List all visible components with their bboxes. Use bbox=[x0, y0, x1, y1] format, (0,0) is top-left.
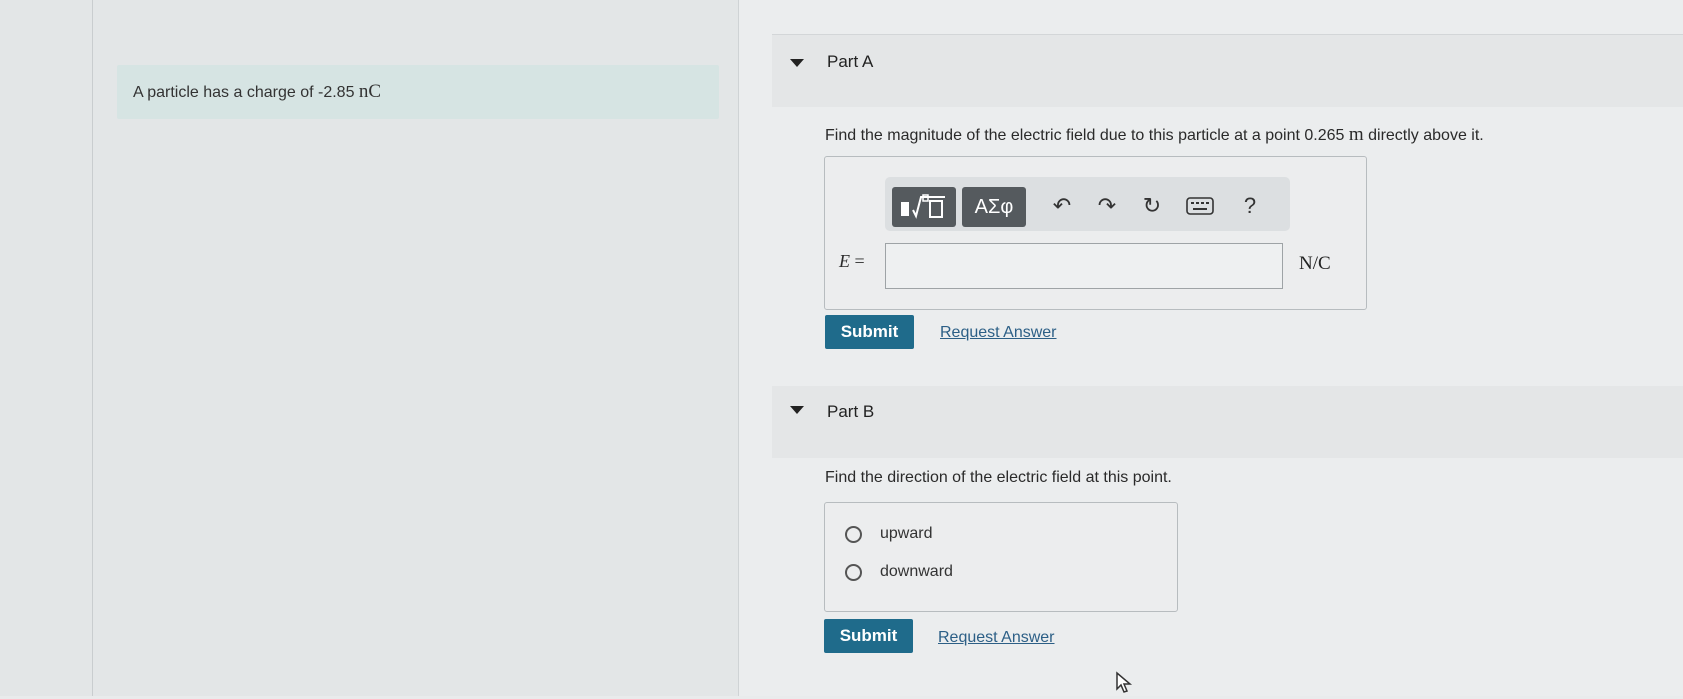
cursor-glyph bbox=[1116, 671, 1133, 693]
part-b-question: Find the direction of the electric field… bbox=[825, 469, 1172, 486]
option-upward[interactable]: upward bbox=[845, 525, 932, 543]
greek-symbols-button[interactable]: ΑΣφ bbox=[962, 187, 1026, 227]
answer-box: ΑΣφ ↶ ↷ ↻ ? E = N/C bbox=[824, 156, 1367, 310]
request-answer-link[interactable]: Request Answer bbox=[938, 629, 1055, 647]
part-a-header[interactable]: Part A bbox=[772, 35, 1683, 107]
problem-pane: A particle has a charge of -2.85 nC bbox=[0, 0, 739, 696]
caret-down-icon[interactable] bbox=[790, 59, 804, 67]
reset-icon[interactable]: ↻ bbox=[1137, 191, 1167, 221]
charge-unit: nC bbox=[358, 81, 382, 102]
radio-button[interactable] bbox=[845, 563, 862, 581]
equation-label: E = bbox=[839, 251, 865, 272]
part-b-title: Part B bbox=[827, 402, 875, 421]
request-answer-link[interactable]: Request Answer bbox=[940, 324, 1057, 342]
problem-intro-text: A particle has a charge of -2.85 nC bbox=[133, 81, 381, 103]
part-a-title: Part A bbox=[827, 52, 874, 71]
math-toolbar: ΑΣφ ↶ ↷ ↻ ? bbox=[885, 177, 1290, 231]
option-downward[interactable]: downward bbox=[845, 563, 953, 581]
undo-icon[interactable]: ↶ bbox=[1047, 191, 1077, 221]
answer-input[interactable] bbox=[885, 243, 1283, 289]
redo-icon[interactable]: ↷ bbox=[1092, 191, 1122, 221]
submit-button[interactable]: Submit bbox=[824, 619, 913, 653]
mouse-cursor-icon bbox=[1115, 671, 1133, 699]
option-label: downward bbox=[880, 563, 953, 580]
intro-text: A particle has a charge of -2.85 bbox=[133, 84, 355, 101]
radio-button[interactable] bbox=[845, 525, 862, 543]
option-label: upward bbox=[880, 525, 933, 542]
variable-label: E bbox=[839, 251, 850, 271]
problem-intro: A particle has a charge of -2.85 nC bbox=[117, 65, 719, 119]
template-icon bbox=[901, 194, 945, 219]
submit-button[interactable]: Submit bbox=[825, 315, 914, 349]
templates-button[interactable] bbox=[892, 187, 956, 227]
keyboard-glyph bbox=[1186, 197, 1214, 215]
equals-sign: = bbox=[854, 251, 865, 271]
part-a-question: Find the magnitude of the electric field… bbox=[825, 124, 1484, 146]
divider bbox=[92, 0, 93, 696]
unit-label: N/C bbox=[1299, 253, 1331, 274]
question-text: Find the magnitude of the electric field… bbox=[825, 127, 1345, 144]
caret-down-icon[interactable] bbox=[790, 406, 804, 414]
help-button[interactable]: ? bbox=[1235, 191, 1265, 221]
question-text-end: directly above it. bbox=[1368, 127, 1484, 144]
keyboard-icon[interactable] bbox=[1185, 191, 1215, 221]
choice-box: upward downward bbox=[824, 502, 1178, 612]
distance-unit: m bbox=[1348, 124, 1364, 145]
part-b-header[interactable]: Part B bbox=[772, 386, 1683, 458]
